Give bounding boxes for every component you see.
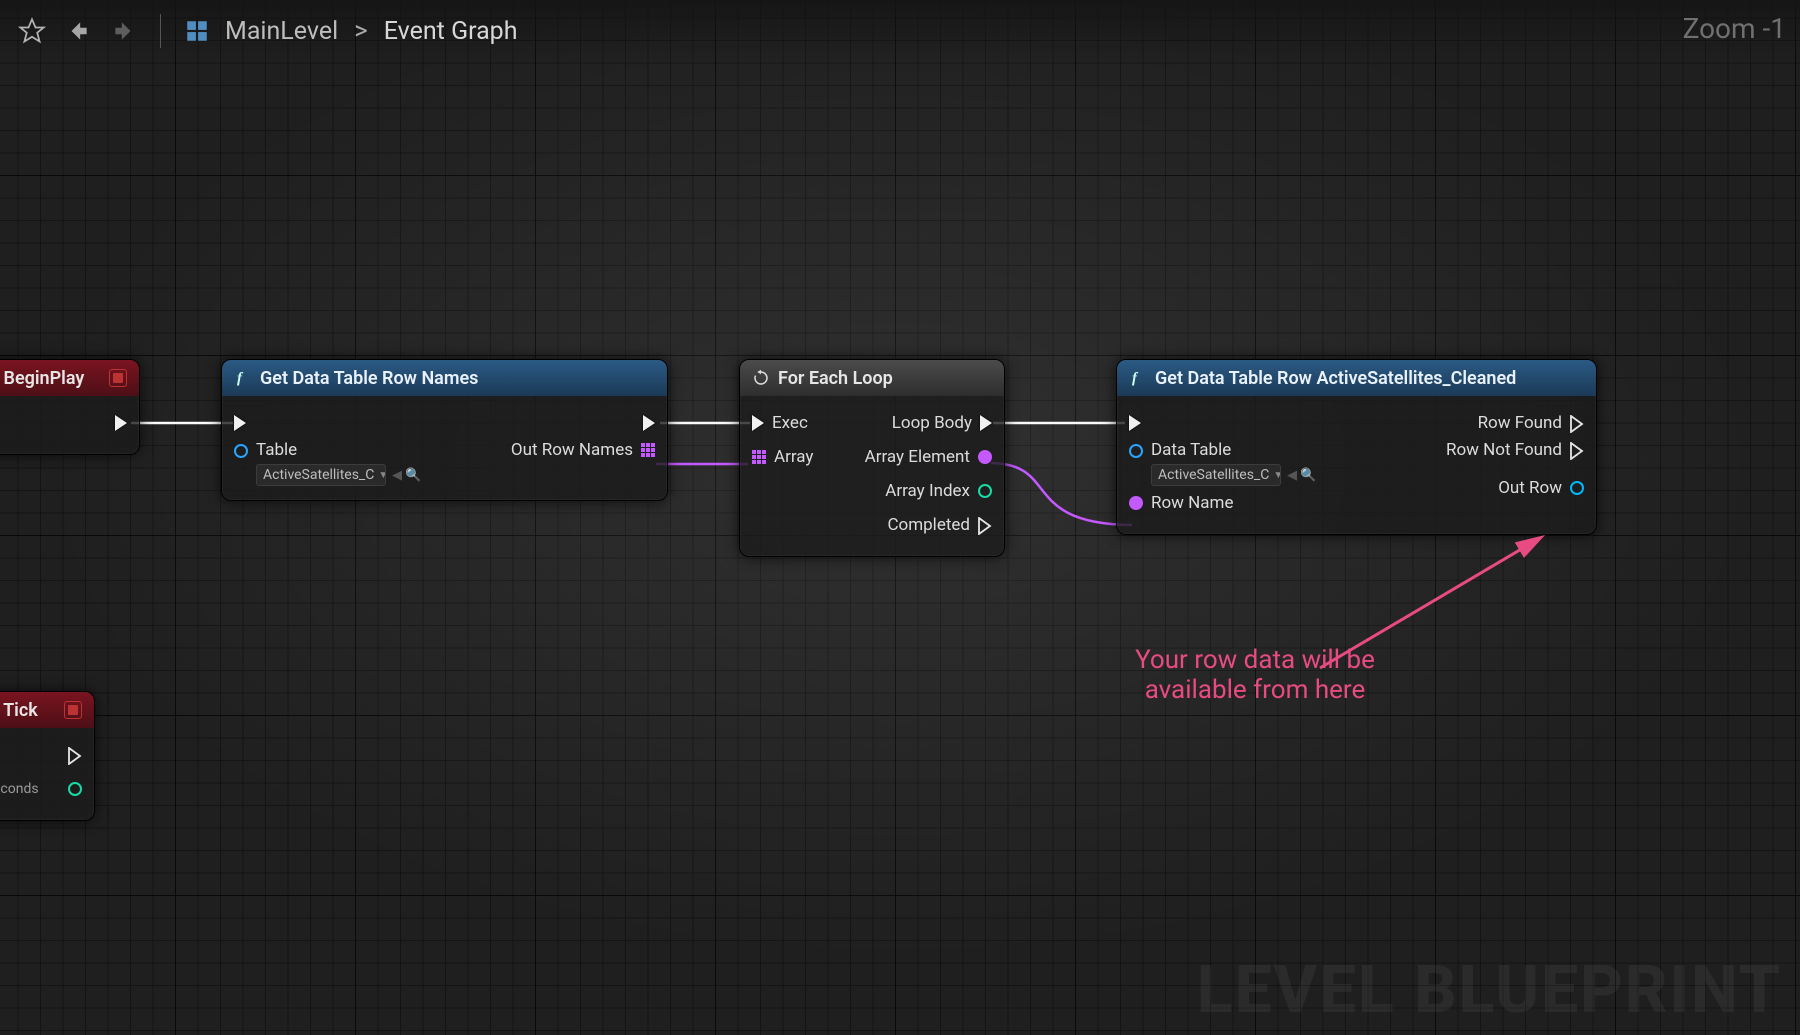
row-not-found-exec-pin[interactable] [1570, 442, 1584, 458]
delegate-pin-icon[interactable] [109, 369, 127, 387]
node-header[interactable]: f Get Data Table Row ActiveSatellites_Cl… [1117, 360, 1596, 396]
svg-text:f: f [1132, 371, 1139, 387]
index-out-pin[interactable] [978, 484, 992, 498]
toolbar-separator [160, 14, 161, 48]
exec-out-loop-body-pin[interactable] [980, 415, 992, 431]
exec-in-pin[interactable] [234, 415, 246, 431]
delegate-pin-icon[interactable] [64, 701, 82, 719]
node-title: Get Data Table Row ActiveSatellites_Clea… [1155, 368, 1516, 389]
exec-in-pin[interactable] [752, 415, 764, 431]
rowname-in-pin[interactable] [1129, 496, 1143, 510]
node-header[interactable]: For Each Loop [740, 360, 1004, 396]
favorite-star-icon[interactable] [14, 13, 50, 49]
exec-in-pin[interactable] [1129, 415, 1141, 431]
node-header[interactable]: f Get Data Table Row Names [222, 360, 667, 396]
node-event-tick[interactable]: t Tick econds [0, 691, 95, 821]
array-in-pin[interactable] [752, 450, 766, 464]
pin-label: Data Table [1151, 440, 1316, 460]
completed-exec-pin[interactable] [978, 517, 992, 533]
breadcrumb-current: Event Graph [384, 17, 518, 46]
pin-label: Out Row [1498, 478, 1562, 498]
pick-use-icons[interactable]: ◀ 🔍 [1287, 468, 1316, 483]
pick-use-icons[interactable]: ◀ 🔍 [392, 468, 421, 483]
object-in-pin[interactable] [1129, 444, 1143, 458]
function-icon: f [234, 369, 252, 387]
pin-label: Out Row Names [511, 440, 633, 460]
array-out-pin[interactable] [641, 443, 655, 457]
pin-label: Array Element [865, 447, 970, 467]
pin-label: Table [256, 440, 421, 460]
node-title: Get Data Table Row Names [260, 368, 478, 389]
node-event-beginplay[interactable]: t BeginPlay [0, 359, 140, 455]
element-out-pin[interactable] [978, 450, 992, 464]
nav-forward-icon[interactable] [106, 13, 142, 49]
pin-label: Row Found [1478, 413, 1562, 433]
data-table-dropdown[interactable]: ActiveSatellites_C▼ [256, 464, 386, 486]
node-title: t Tick [0, 700, 38, 721]
pin-label: Array [774, 447, 813, 467]
node-for-each-loop[interactable]: For Each Loop Exec Loop Body Array Array… [739, 359, 1005, 557]
node-get-data-table-row-names[interactable]: f Get Data Table Row Names Table ActiveS… [221, 359, 668, 501]
row-found-exec-pin[interactable] [1570, 415, 1584, 431]
breadcrumb-separator-icon [348, 16, 374, 46]
pin-label: Completed [887, 515, 970, 535]
function-icon: f [1129, 369, 1147, 387]
exec-out-pin[interactable] [115, 415, 127, 431]
node-title: t BeginPlay [0, 368, 84, 389]
pin-label: Loop Body [892, 413, 972, 433]
pin-label: Row Name [1151, 493, 1233, 513]
blueprint-icon [179, 13, 215, 49]
pin-label: Row Not Found [1446, 440, 1562, 460]
float-out-pin[interactable] [68, 782, 82, 796]
watermark: LEVEL BLUEPRINT [1197, 952, 1782, 1029]
node-get-data-table-row[interactable]: f Get Data Table Row ActiveSatellites_Cl… [1116, 359, 1597, 535]
pin-label: Exec [772, 413, 808, 433]
node-header[interactable]: t Tick [0, 692, 94, 728]
data-table-dropdown[interactable]: ActiveSatellites_C▼ [1151, 464, 1281, 486]
node-title: For Each Loop [778, 368, 893, 389]
zoom-level: Zoom -1 [1683, 12, 1786, 45]
toolbar: MainLevel Event Graph [0, 0, 1800, 62]
object-in-pin[interactable] [234, 444, 248, 458]
exec-out-pin[interactable] [68, 747, 82, 763]
nav-back-icon[interactable] [60, 13, 96, 49]
breadcrumb-root[interactable]: MainLevel [225, 17, 338, 46]
breadcrumb[interactable]: MainLevel Event Graph [225, 16, 518, 46]
exec-out-pin[interactable] [643, 415, 655, 431]
node-header[interactable]: t BeginPlay [0, 360, 139, 396]
pin-label: econds [0, 781, 39, 797]
out-row-pin[interactable] [1570, 481, 1584, 495]
pin-label: Array Index [885, 481, 970, 501]
svg-text:f: f [237, 371, 244, 387]
loop-icon [752, 369, 770, 387]
annotation-arrow-icon [1310, 518, 1570, 688]
